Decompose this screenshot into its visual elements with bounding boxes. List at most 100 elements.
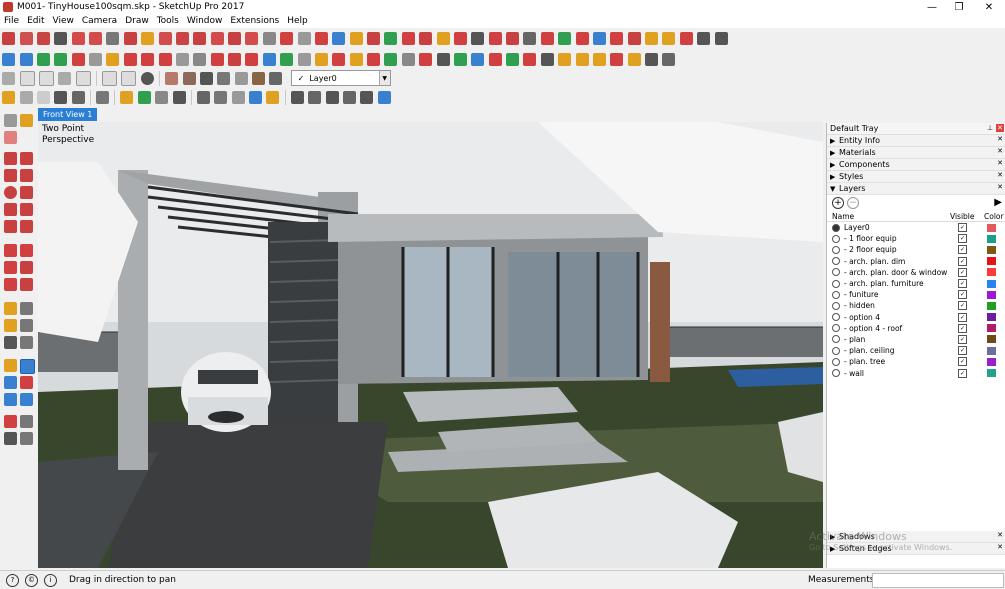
visible-checkbox[interactable]: ✓: [958, 245, 967, 255]
active-radio[interactable]: [832, 257, 840, 266]
visible-checkbox[interactable]: ✓: [958, 301, 967, 311]
make-component-icon[interactable]: [228, 52, 242, 66]
restore-button[interactable]: ❐: [945, 0, 973, 14]
scene-icon[interactable]: [36, 90, 50, 104]
freehand-icon[interactable]: [20, 152, 33, 165]
select-icon[interactable]: [4, 114, 17, 127]
warehouse-icon[interactable]: [714, 31, 728, 45]
active-radio[interactable]: [832, 301, 840, 310]
dimension-icon[interactable]: [20, 302, 33, 315]
visible-checkbox[interactable]: ✓: [958, 223, 967, 233]
active-radio[interactable]: [832, 223, 840, 232]
material-6-icon[interactable]: [252, 71, 266, 85]
shadow-icon[interactable]: [54, 90, 68, 104]
active-radio[interactable]: [832, 290, 840, 299]
wireframe-icon[interactable]: [141, 52, 155, 66]
menu-draw[interactable]: Draw: [121, 16, 153, 26]
solid-subtract-icon[interactable]: [627, 31, 641, 45]
dashed-icon[interactable]: [645, 52, 659, 66]
visible-checkbox[interactable]: ✓: [958, 323, 967, 333]
rotate-copy-icon[interactable]: [367, 52, 381, 66]
material-tools-icon[interactable]: [627, 52, 641, 66]
layer-row[interactable]: - plan. tree ✓: [827, 356, 1005, 367]
section-display-icon[interactable]: [121, 70, 137, 86]
spot-light-icon[interactable]: [325, 90, 339, 104]
array-icon[interactable]: [575, 52, 589, 66]
component-attributes-icon[interactable]: [38, 70, 54, 86]
shape-bender-icon[interactable]: [453, 52, 467, 66]
ies-light-icon[interactable]: [342, 90, 356, 104]
menu-view[interactable]: View: [49, 16, 78, 26]
two-point-arc-icon[interactable]: [20, 203, 33, 216]
vertex-tools-icon[interactable]: [506, 52, 520, 66]
sandbox-scratch-icon[interactable]: [506, 31, 520, 45]
protractor-icon[interactable]: [245, 31, 259, 45]
push-pull-tool-icon[interactable]: [20, 244, 33, 257]
mirror-icon[interactable]: [297, 52, 311, 66]
polygon-icon[interactable]: [20, 186, 33, 199]
tray-close-icon[interactable]: ✕: [996, 124, 1004, 132]
rotate-tool-icon[interactable]: [175, 31, 189, 45]
close-icon[interactable]: ✕: [997, 147, 1003, 155]
interactive-render-icon[interactable]: [249, 90, 263, 104]
intersect-icon[interactable]: [697, 31, 711, 45]
model-viewport[interactable]: Two Point Perspective: [38, 122, 823, 568]
color-swatch[interactable]: [987, 279, 996, 288]
active-radio[interactable]: [832, 335, 840, 344]
info-icon[interactable]: i: [44, 573, 57, 587]
previous-view-icon[interactable]: [20, 393, 33, 406]
color-swatch[interactable]: [987, 290, 996, 299]
view-right-icon[interactable]: [54, 52, 68, 66]
visible-checkbox[interactable]: ✓: [958, 279, 967, 289]
position-camera-tool-icon[interactable]: [4, 415, 17, 428]
active-radio[interactable]: [832, 268, 840, 277]
color-swatch[interactable]: [987, 369, 996, 378]
color-swatch[interactable]: [987, 223, 996, 232]
offset-tool-icon[interactable]: [106, 31, 120, 45]
measurements-field[interactable]: [872, 573, 1004, 588]
active-radio[interactable]: [832, 357, 840, 366]
photo-match-icon[interactable]: [19, 90, 33, 104]
select-tool-icon[interactable]: [2, 31, 16, 45]
layer-row[interactable]: - arch. plan. dim ✓: [827, 256, 1005, 267]
circle-icon[interactable]: [4, 186, 17, 199]
active-radio[interactable]: [832, 313, 840, 322]
material-3-icon[interactable]: [199, 71, 213, 85]
proxy-icon[interactable]: [290, 90, 304, 104]
layer-row[interactable]: - hidden ✓: [827, 300, 1005, 311]
menu-extensions[interactable]: Extensions: [226, 16, 283, 26]
color-swatch[interactable]: [987, 245, 996, 254]
position-camera-icon[interactable]: [471, 31, 485, 45]
smoove-icon[interactable]: [523, 31, 537, 45]
zoom-extents-icon[interactable]: [419, 31, 433, 45]
color-swatch[interactable]: [987, 357, 996, 366]
view-left-icon[interactable]: [89, 52, 103, 66]
orbit-tool-icon[interactable]: [4, 359, 17, 372]
layer-row[interactable]: - option 4 ✓: [827, 312, 1005, 323]
color-swatch[interactable]: [987, 268, 996, 277]
active-radio[interactable]: [832, 245, 840, 254]
camera-icon[interactable]: [96, 90, 110, 104]
dome-light-icon[interactable]: [377, 90, 391, 104]
active-radio[interactable]: [832, 234, 840, 243]
solid-union-icon[interactable]: [610, 31, 624, 45]
solid-trim-icon[interactable]: [645, 31, 659, 45]
chamfer-icon[interactable]: [349, 52, 363, 66]
active-radio[interactable]: [832, 369, 840, 378]
paint-icon[interactable]: [20, 114, 33, 127]
back-edges-icon[interactable]: [123, 52, 137, 66]
zoom-window-icon[interactable]: [20, 376, 33, 389]
axes-tool-icon[interactable]: [280, 31, 294, 45]
col-name[interactable]: Name: [832, 212, 854, 221]
scale-icon[interactable]: [4, 278, 17, 291]
lens-icon[interactable]: [155, 90, 169, 104]
view-top-icon[interactable]: [19, 52, 33, 66]
weld-icon[interactable]: [384, 52, 398, 66]
close-icon[interactable]: ✕: [997, 543, 1003, 551]
3d-text-icon[interactable]: [297, 31, 311, 45]
sandbox-contours-icon[interactable]: [488, 31, 502, 45]
panel-styles[interactable]: ▶ Styles ✕: [827, 171, 1005, 183]
visible-checkbox[interactable]: ✓: [958, 357, 967, 367]
eraser-tool-icon[interactable]: [4, 131, 17, 144]
menu-help[interactable]: Help: [283, 16, 312, 26]
